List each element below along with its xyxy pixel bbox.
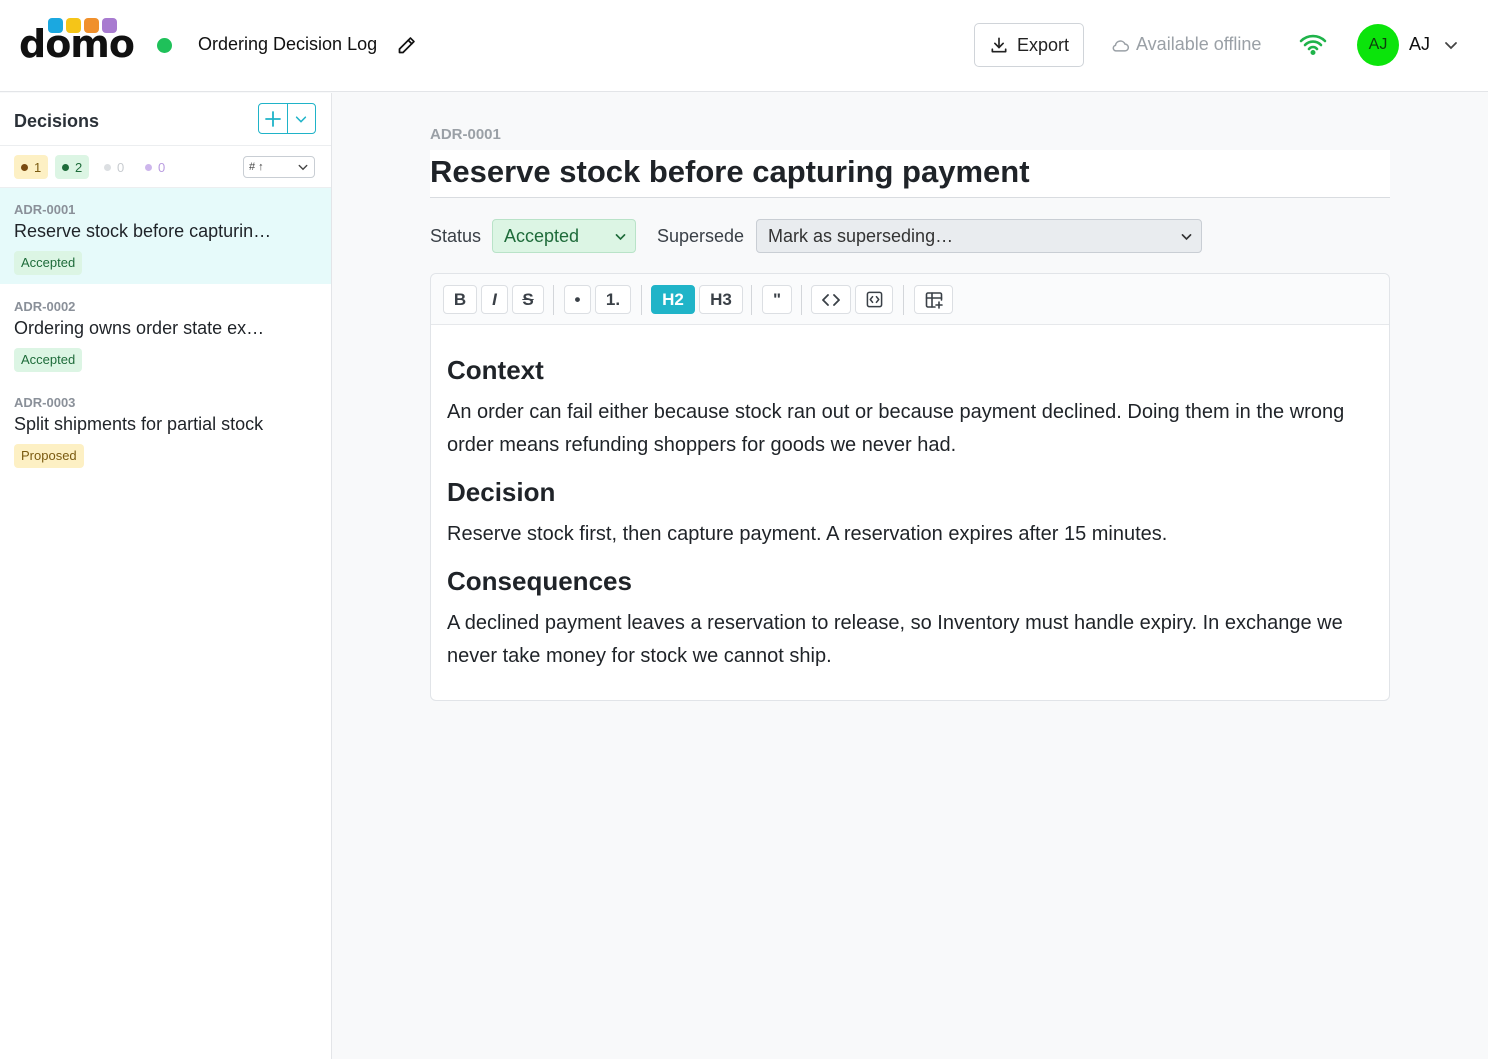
- decision-id: ADR-0003: [14, 395, 76, 410]
- status-label: Status: [430, 226, 482, 246]
- cloud-icon: [1112, 39, 1129, 52]
- status-badge: Accepted: [14, 251, 83, 275]
- chevron-down-icon: [1181, 234, 1192, 241]
- filter-count: 2: [75, 159, 83, 175]
- table-plus-icon: [925, 291, 943, 309]
- decision-id: ADR-0002: [14, 299, 76, 314]
- chevron-down-icon[interactable]: [1443, 37, 1459, 53]
- edit-title-pencil-icon[interactable]: [396, 35, 417, 56]
- decision-title: Ordering owns order state ex…: [14, 318, 265, 338]
- blockquote-button[interactable]: ": [762, 285, 792, 314]
- paragraph-context: An order can fail either because stock r…: [447, 401, 1345, 456]
- decision-list-item[interactable]: ADR-0003 Split shipments for partial sto…: [0, 381, 331, 477]
- supersede-value: Mark as superseding…: [768, 226, 954, 246]
- sync-status-indicator: [157, 38, 172, 53]
- app-logo[interactable]: domo: [19, 17, 135, 65]
- adr-title-input[interactable]: Reserve stock before capturing payment: [430, 150, 1390, 198]
- top-bar: domo Ordering Decision Log Export Availa…: [0, 0, 1488, 92]
- chevron-down-icon: [615, 234, 626, 241]
- toolbar-divider: [903, 285, 904, 315]
- filter-accepted[interactable]: 2: [55, 155, 90, 179]
- decision-title: Reserve stock before capturin…: [14, 221, 272, 241]
- bold-button[interactable]: B: [443, 285, 477, 314]
- toolbar-divider: [641, 285, 642, 315]
- ordered-list-button[interactable]: 1.: [595, 285, 631, 314]
- status-badge: Proposed: [14, 444, 84, 468]
- sidebar-title: Decisions: [14, 111, 100, 131]
- filter-count: 0: [158, 159, 166, 175]
- toolbar-divider: [553, 285, 554, 315]
- italic-button[interactable]: I: [481, 285, 508, 314]
- status-dot: [62, 163, 69, 171]
- supersede-label: Supersede: [657, 226, 745, 246]
- logo-wordmark: domo: [19, 22, 135, 66]
- status-filters: 1 2 0 0 # ↑: [0, 145, 331, 188]
- heading-consequences: Consequences: [447, 566, 632, 596]
- filter-proposed[interactable]: 1: [14, 155, 49, 179]
- code-block-button[interactable]: [855, 285, 893, 314]
- heading-decision: Decision: [447, 477, 556, 507]
- supersede-select[interactable]: Mark as superseding…: [756, 219, 1202, 253]
- inline-code-button[interactable]: [811, 285, 851, 314]
- wifi-icon: [1299, 34, 1327, 55]
- sort-select[interactable]: # ↑: [243, 156, 315, 178]
- heading-3-button[interactable]: H3: [699, 285, 743, 314]
- heading-2-button[interactable]: H2: [651, 285, 695, 314]
- paragraph-decision: Reserve stock first, then capture paymen…: [447, 523, 1168, 545]
- filter-superseded[interactable]: 0: [138, 155, 172, 179]
- decision-list-item[interactable]: ADR-0002 Ordering owns order state ex… A…: [0, 285, 331, 381]
- plus-icon: [264, 110, 281, 127]
- document-title[interactable]: Ordering Decision Log: [198, 34, 377, 55]
- status-dot: [21, 163, 28, 171]
- heading-context: Context: [447, 355, 544, 385]
- chevron-down-icon: [296, 115, 307, 123]
- toolbar-divider: [751, 285, 752, 315]
- bullet-list-button[interactable]: •: [564, 285, 591, 314]
- decision-id: ADR-0001: [14, 202, 76, 217]
- decisions-sidebar: Decisions 1 2 0 0 # ↑ ADR-0001 Reserve s…: [0, 93, 332, 1059]
- decision-title: Split shipments for partial stock: [14, 414, 264, 434]
- export-label: Export: [1016, 34, 1070, 55]
- status-value: Accepted: [504, 226, 580, 246]
- offline-label: Available offline: [1136, 34, 1262, 54]
- paragraph-consequences: A declined payment leaves a reservation …: [447, 612, 1343, 667]
- sort-label: # ↑: [249, 161, 264, 173]
- filter-deprecated[interactable]: 0: [97, 155, 131, 179]
- export-button[interactable]: Export: [974, 23, 1084, 67]
- status-badge: Accepted: [14, 348, 83, 372]
- user-name[interactable]: AJ: [1409, 34, 1430, 55]
- markdown-editor: B I S • 1. H2 H3 " Context An order can …: [430, 273, 1390, 701]
- decision-list-item[interactable]: ADR-0001 Reserve stock before capturin… …: [0, 188, 331, 284]
- code-icon: [822, 293, 840, 306]
- status-select[interactable]: Accepted: [492, 219, 636, 253]
- user-avatar[interactable]: AJ: [1357, 24, 1399, 66]
- add-decision-group: [258, 103, 316, 134]
- download-icon: [991, 37, 1007, 53]
- available-offline-toggle[interactable]: Available offline: [1110, 34, 1261, 55]
- status-dot: [104, 163, 111, 171]
- strikethrough-button[interactable]: S: [512, 285, 544, 314]
- add-decision-button[interactable]: [259, 104, 287, 133]
- editor-content[interactable]: Context An order can fail either because…: [447, 354, 1367, 687]
- filter-count: 0: [117, 159, 125, 175]
- toolbar-divider: [801, 285, 802, 315]
- editor-toolbar: B I S • 1. H2 H3 ": [431, 274, 1389, 325]
- insert-table-button[interactable]: [914, 285, 953, 314]
- add-decision-menu-button[interactable]: [286, 104, 316, 133]
- adr-id: ADR-0001: [430, 126, 501, 143]
- code-block-icon: [866, 291, 882, 308]
- filter-count: 1: [34, 159, 42, 175]
- chevron-down-icon: [298, 164, 308, 171]
- status-dot: [145, 163, 152, 171]
